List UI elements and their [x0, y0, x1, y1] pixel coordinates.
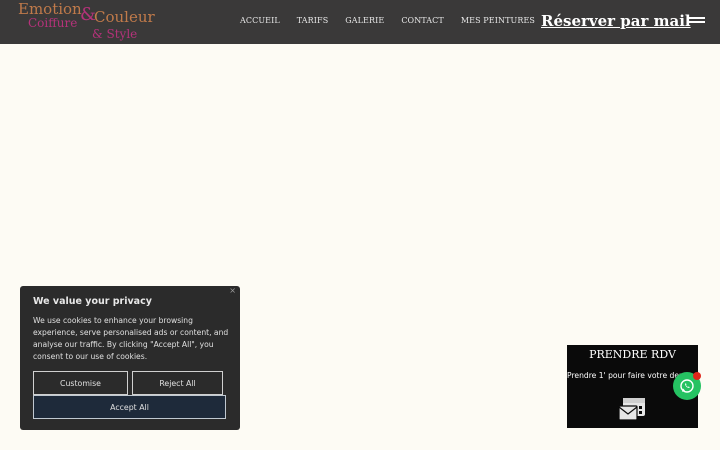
accept-all-button[interactable]: Accept All	[33, 395, 226, 419]
reject-all-button[interactable]: Reject All	[132, 371, 223, 395]
nav-item-mes-peintures[interactable]: MES PEINTURES	[461, 16, 535, 25]
notification-badge	[693, 372, 701, 380]
logo-line-emotion: Emotion	[18, 0, 82, 18]
cookie-title: We value your privacy	[33, 296, 152, 307]
main-nav: ACCUEIL TARIFS GALERIE CONTACT MES PEINT…	[240, 16, 552, 25]
logo-line-style: & Style	[92, 27, 138, 41]
booking-text: Prendre 1' pour faire votre dem	[567, 371, 687, 380]
reserve-by-mail-link[interactable]: Réserver par mail	[541, 12, 691, 30]
logo-line-couleur: Couleur	[94, 8, 155, 26]
nav-item-galerie[interactable]: GALERIE	[345, 16, 384, 25]
logo-line-coiffure: Coiffure	[28, 16, 78, 30]
site-header: Emotion Coiffure & Couleur & Style ACCUE…	[0, 0, 720, 44]
calendar-icon	[618, 398, 645, 421]
whatsapp-icon	[680, 379, 694, 393]
nav-item-accueil[interactable]: ACCUEIL	[240, 16, 280, 25]
close-icon[interactable]: ×	[229, 286, 236, 295]
nav-item-contact[interactable]: CONTACT	[401, 16, 444, 25]
nav-item-tarifs[interactable]: TARIFS	[297, 16, 329, 25]
site-logo[interactable]: Emotion Coiffure & Couleur & Style	[18, 0, 163, 44]
customise-button[interactable]: Customise	[33, 371, 128, 395]
hamburger-menu-icon[interactable]	[689, 16, 705, 26]
cookie-consent-banner: × We value your privacy We use cookies t…	[20, 286, 240, 430]
booking-title: PRENDRE RDV	[589, 348, 676, 361]
cookie-text: We use cookies to enhance your browsing …	[33, 316, 229, 361]
